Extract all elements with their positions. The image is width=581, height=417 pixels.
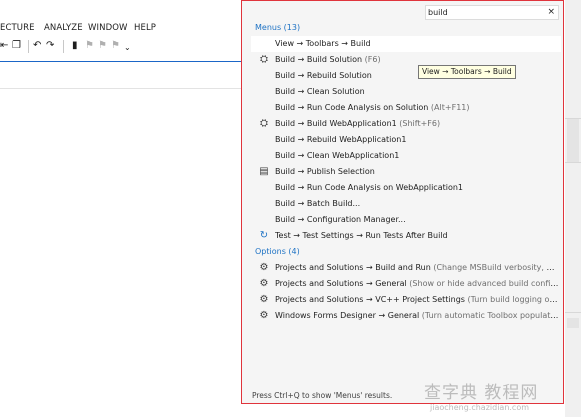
footer-hint-text: Press Ctrl+Q to show 'Menus' results.: [252, 391, 393, 400]
editor-divider: [0, 88, 241, 89]
clear-search-icon[interactable]: ×: [547, 6, 555, 19]
result-label: Projects and Solutions → Build and Run: [275, 263, 431, 272]
result-rebuild-webapplication[interactable]: Build → Rebuild WebApplication1: [251, 132, 561, 148]
side-panel-edge: [565, 0, 581, 417]
option-windows-forms-designer[interactable]: ⚙ Windows Forms Designer → General (Turn…: [251, 308, 561, 324]
publish-icon: ▤: [259, 166, 269, 177]
build-solution-icon: ⛭: [260, 54, 268, 65]
toolbar-separator: [63, 40, 64, 53]
gear-icon: ⚙: [259, 310, 269, 321]
toolbar-overflow-icon[interactable]: ⌄: [124, 42, 131, 54]
result-label: Test → Test Settings → Run Tests After B…: [275, 231, 448, 240]
result-view-toolbars-build[interactable]: View → Toolbars → Build: [251, 36, 561, 52]
menus-group-header: Menus (13): [255, 23, 301, 32]
result-hint: (Shift+F6): [396, 119, 441, 128]
result-label: Build → Publish Selection: [275, 167, 375, 176]
result-build-webapplication[interactable]: ⛭ Build → Build WebApplication1 (Shift+F…: [251, 116, 561, 132]
clear-bookmark-icon[interactable]: ⚑: [111, 40, 120, 52]
menu-window[interactable]: WINDOW: [88, 23, 128, 33]
result-hint: (Alt+F11): [428, 103, 470, 112]
result-hint: (Turn build logging on or off, Turn...: [467, 295, 560, 304]
redo-icon[interactable]: ↷: [46, 40, 54, 52]
result-label: Build → Clean WebApplication1: [275, 151, 400, 160]
result-hint: (Show or hide advanced build configurati…: [409, 279, 559, 288]
result-icon-blank: [258, 182, 270, 194]
gear-icon: ⚙: [259, 278, 269, 289]
build-project-icon: ⛭: [260, 118, 268, 129]
undo-icon[interactable]: ↶: [33, 40, 41, 52]
gear-icon: ⚙: [259, 262, 269, 273]
indent-icon[interactable]: ⇤: [0, 40, 8, 52]
result-label: Build → Rebuild WebApplication1: [275, 135, 407, 144]
result-clean-solution[interactable]: Build → Clean Solution: [251, 84, 561, 100]
bookmark-icon[interactable]: ▮: [72, 40, 78, 52]
toolbar-separator: [28, 40, 29, 53]
side-panel-block: [567, 118, 579, 162]
quick-launch-search-input[interactable]: [428, 7, 538, 18]
site-watermark-url: jiaocheng.chazidian.com: [430, 403, 530, 412]
result-icon-blank: [258, 86, 270, 98]
menu-help[interactable]: HELP: [134, 23, 156, 33]
result-label: Build → Build WebApplication1: [275, 119, 397, 128]
prev-bookmark-icon[interactable]: ⚑: [85, 40, 94, 52]
result-run-tests-after-build[interactable]: ↻ Test → Test Settings → Run Tests After…: [251, 228, 561, 244]
result-hint: (Turn automatic Toolbox population after…: [421, 311, 559, 320]
gear-icon: ⚙: [259, 294, 269, 305]
result-label: Build → Run Code Analysis on Solution: [275, 103, 429, 112]
side-panel-line: [565, 118, 581, 119]
option-general[interactable]: ⚙ Projects and Solutions → General (Show…: [251, 276, 561, 292]
next-bookmark-icon[interactable]: ⚑: [98, 40, 107, 52]
result-hint: (F6): [362, 55, 381, 64]
menu-architecture[interactable]: ECTURE: [0, 23, 35, 33]
result-icon-blank: [258, 38, 270, 50]
result-run-code-analysis-webapplication[interactable]: Build → Run Code Analysis on WebApplicat…: [251, 180, 561, 196]
result-label: Build → Rebuild Solution: [275, 71, 372, 80]
result-icon-blank: [258, 214, 270, 226]
result-clean-webapplication[interactable]: Build → Clean WebApplication1: [251, 148, 561, 164]
menu-analyze[interactable]: ANALYZE: [44, 23, 83, 33]
result-configuration-manager[interactable]: Build → Configuration Manager...: [251, 212, 561, 228]
menu-bar: ECTURE ANALYZE WINDOW HELP: [0, 20, 260, 36]
side-panel-line: [565, 312, 581, 313]
result-label: Build → Configuration Manager...: [275, 215, 406, 224]
result-label: Build → Build Solution: [275, 55, 363, 64]
result-batch-build[interactable]: Build → Batch Build...: [251, 196, 561, 212]
result-icon-blank: [258, 70, 270, 82]
copy-icon[interactable]: ❐: [12, 40, 21, 52]
test-settings-icon: ↻: [259, 230, 269, 241]
result-icon-blank: [258, 150, 270, 162]
result-label: Build → Clean Solution: [275, 87, 365, 96]
side-panel-block: [567, 318, 579, 328]
result-label: Projects and Solutions → General: [275, 279, 407, 288]
result-label: Projects and Solutions → VC++ Project Se…: [275, 295, 465, 304]
quick-launch-popup: × Menus (13) View → Toolbars → Build ⛭ B…: [241, 0, 564, 404]
toolbar: ⇤ ❐ ↶ ↷ ▮ ⚑ ⚑ ⚑ ⌄: [0, 36, 240, 58]
result-label: Windows Forms Designer → General: [275, 311, 420, 320]
result-label: Build → Run Code Analysis on WebApplicat…: [275, 183, 464, 192]
side-panel-line: [565, 162, 581, 163]
option-build-and-run[interactable]: ⚙ Projects and Solutions → Build and Run…: [251, 260, 561, 276]
result-publish-selection[interactable]: ▤ Build → Publish Selection: [251, 164, 561, 180]
tooltip: View → Toolbars → Build: [418, 65, 516, 79]
result-label: View → Toolbars → Build: [275, 39, 371, 48]
quick-launch-search-box: ×: [425, 5, 559, 20]
options-group-header: Options (4): [255, 247, 300, 256]
editor-tab-underline: [0, 61, 241, 62]
result-icon-blank: [258, 102, 270, 114]
result-icon-blank: [258, 134, 270, 146]
option-vc-project-settings[interactable]: ⚙ Projects and Solutions → VC++ Project …: [251, 292, 561, 308]
result-icon-blank: [258, 198, 270, 210]
result-run-code-analysis-solution[interactable]: Build → Run Code Analysis on Solution (A…: [251, 100, 561, 116]
result-label: Build → Batch Build...: [275, 199, 361, 208]
result-hint: (Change MSBuild verbosity, Change the nu…: [433, 263, 559, 272]
